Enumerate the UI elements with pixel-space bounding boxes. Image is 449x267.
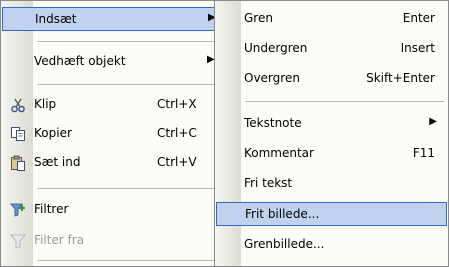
menu-item-label: Tekstnote [244, 116, 302, 130]
menu-item-label: Undergren [244, 41, 308, 55]
menu-item-cut[interactable]: Klip Ctrl+X [2, 93, 221, 117]
menu-item-shortcut: Enter [402, 11, 435, 25]
menu-separator [37, 84, 218, 85]
menu-item-shortcut: Ctrl+V [157, 155, 197, 169]
filter-off-icon [10, 233, 26, 249]
menu-item-label: Filter fra [34, 233, 85, 247]
filter-icon [10, 202, 26, 218]
menu-separator [37, 41, 218, 42]
menu-item-attach-object[interactable]: Vedhæft objekt ▶ [2, 50, 221, 74]
menu-separator [37, 188, 218, 189]
menu-item-free-text[interactable]: Fri tekst [216, 172, 447, 196]
menu-item-label: Klip [34, 97, 57, 111]
menu-item-label: Overgren [244, 71, 300, 85]
scissors-icon [10, 97, 26, 113]
copy-icon [10, 126, 26, 142]
menu-item-text-note[interactable]: Tekstnote ▶ [216, 112, 447, 136]
context-menu: Indsæt ▶ Vedhæft objekt ▶ Klip Ctrl+X Ko… [0, 0, 223, 267]
menu-item-insert[interactable]: Indsæt ▶ [2, 7, 221, 31]
menu-item-label: Grenbillede... [244, 237, 325, 251]
menu-item-label: Kopier [34, 126, 72, 140]
menu-item-shortcut: Ctrl+X [157, 97, 197, 111]
menu-item-label: Fri tekst [244, 176, 293, 190]
submenu-arrow-icon: ▶ [429, 116, 437, 127]
menu-item-filter[interactable]: Filtrer [2, 198, 221, 222]
menu-item-branch-image[interactable]: Grenbillede... [216, 233, 447, 257]
insert-submenu: Gren Enter Undergren Insert Overgren Ski… [214, 0, 449, 267]
menu-item-label: Frit billede... [245, 207, 320, 221]
menu-separator [245, 101, 444, 102]
menu-separator [37, 260, 218, 261]
menu-item-shortcut: Skift+Enter [366, 71, 435, 85]
menu-item-label: Kommentar [244, 146, 314, 160]
menu-item-label: Filtrer [34, 202, 69, 216]
menu-item-label: Gren [244, 11, 273, 25]
menu-item-free-image[interactable]: Frit billede... [216, 202, 447, 226]
menu-item-parent-branch[interactable]: Overgren Skift+Enter [216, 67, 447, 91]
menu-item-label: Sæt ind [34, 155, 81, 169]
menu-item-shortcut: Ctrl+C [157, 126, 197, 140]
menu-item-shortcut: F11 [412, 146, 435, 160]
menu-item-label: Vedhæft objekt [34, 54, 126, 68]
menu-item-paste[interactable]: Sæt ind Ctrl+V [2, 151, 221, 175]
menu-item-comment[interactable]: Kommentar F11 [216, 142, 447, 166]
menu-item-shortcut: Insert [400, 41, 435, 55]
menu-item-copy[interactable]: Kopier Ctrl+C [2, 122, 221, 146]
menu-item-label: Indsæt [35, 12, 77, 26]
menu-item-branch[interactable]: Gren Enter [216, 7, 447, 31]
paste-icon [10, 155, 26, 171]
menu-item-subbranch[interactable]: Undergren Insert [216, 37, 447, 61]
menu-item-filter-off[interactable]: Filter fra [2, 229, 221, 253]
